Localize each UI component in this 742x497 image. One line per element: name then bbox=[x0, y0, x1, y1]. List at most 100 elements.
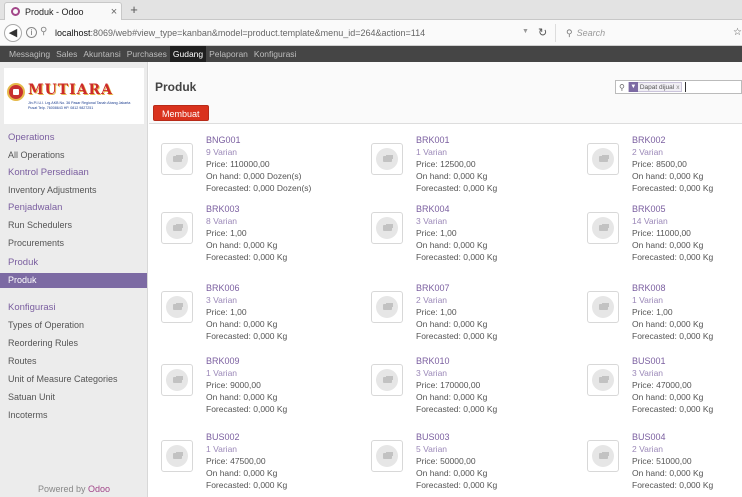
reload-icon[interactable]: ↻ bbox=[538, 26, 547, 39]
product-image-placeholder-icon bbox=[371, 212, 403, 244]
sidebar-section-title[interactable]: Operations bbox=[8, 132, 54, 143]
product-variants-link[interactable]: 3 Varian bbox=[206, 295, 237, 305]
product-forecasted: Forecasted: 0,000 Kg bbox=[416, 404, 498, 414]
top-menu-item[interactable]: Gudang bbox=[169, 46, 207, 62]
sidebar-item[interactable]: Routes bbox=[0, 354, 147, 369]
product-card[interactable]: BRK003 8 Varian Price: 1,00 On hand: 0,000 … bbox=[149, 204, 339, 268]
product-card[interactable]: BRK002 2 Varian Price: 8500,00 On hand: 0,0… bbox=[575, 135, 742, 199]
remove-facet-icon[interactable]: x bbox=[676, 84, 679, 91]
search-icon[interactable]: ⚲ bbox=[619, 83, 625, 92]
product-code: BRK004 bbox=[416, 204, 450, 214]
product-card[interactable]: BUS002 1 Varian Price: 47500,00 On hand: 0,… bbox=[149, 432, 339, 496]
browser-tab[interactable]: Produk - Odoo × bbox=[4, 2, 122, 20]
product-variants-link[interactable]: 1 Varian bbox=[416, 147, 447, 157]
create-button[interactable]: Membuat bbox=[153, 105, 209, 121]
close-tab-icon[interactable]: × bbox=[107, 6, 121, 18]
toolbar-overflow-icon[interactable]: ☆ bbox=[733, 27, 742, 38]
filter-facet[interactable]: ▼ Dapat dijual x bbox=[627, 82, 683, 92]
product-price: Price: 1,00 bbox=[632, 307, 673, 317]
product-card[interactable]: BRK005 14 Varian Price: 11000,00 On hand: 0… bbox=[575, 204, 742, 268]
product-variants-link[interactable]: 2 Varian bbox=[632, 147, 663, 157]
product-card[interactable]: BNG001 9 Varian Price: 110000,00 On hand: 0… bbox=[149, 135, 339, 199]
product-code: BRK001 bbox=[416, 135, 450, 145]
top-menu-item[interactable]: Pelaporan bbox=[206, 46, 251, 62]
sidebar-item[interactable]: All Operations bbox=[0, 148, 147, 163]
odoo-link[interactable]: Odoo bbox=[88, 484, 110, 494]
product-price: Price: 1,00 bbox=[416, 307, 457, 317]
product-variants-link[interactable]: 2 Varian bbox=[416, 295, 447, 305]
browser-search-input[interactable]: ⚲ Search bbox=[555, 24, 725, 42]
sidebar-item[interactable]: Types of Operation bbox=[0, 318, 147, 333]
back-arrow-icon[interactable]: ◀ bbox=[4, 24, 22, 42]
product-card[interactable]: BUS004 2 Varian Price: 51000,00 On hand: 0,… bbox=[575, 432, 742, 496]
product-on-hand: On hand: 0,000 Kg bbox=[416, 171, 488, 181]
top-menu-item[interactable]: Messaging bbox=[6, 46, 53, 62]
product-variants-link[interactable]: 3 Varian bbox=[632, 368, 663, 378]
new-tab-button[interactable]: + bbox=[126, 2, 142, 18]
top-menu-item[interactable]: Sales bbox=[53, 46, 80, 62]
sidebar-section-title[interactable]: Penjadwalan bbox=[8, 202, 62, 213]
product-forecasted: Forecasted: 0,000 Kg bbox=[632, 404, 714, 414]
product-card[interactable]: BRK007 2 Varian Price: 1,00 On hand: 0,000 … bbox=[359, 283, 549, 347]
sidebar-section-title[interactable]: Konfigurasi bbox=[8, 302, 56, 313]
product-variants-link[interactable]: 8 Varian bbox=[206, 216, 237, 226]
product-code: BRK006 bbox=[206, 283, 240, 293]
product-card[interactable]: BRK010 3 Varian Price: 170000,00 On hand: 0… bbox=[359, 356, 549, 420]
product-variants-link[interactable]: 1 Varian bbox=[632, 295, 663, 305]
product-forecasted: Forecasted: 0,000 Kg bbox=[206, 252, 288, 262]
product-variants-link[interactable]: 1 Varian bbox=[206, 368, 237, 378]
browser-nav-bar: ◀ i ⚲ localhost:8069/web#view_type=kanba… bbox=[0, 20, 742, 46]
sidebar-item[interactable]: Unit of Measure Categories bbox=[0, 372, 147, 387]
sidebar-item[interactable]: Incoterms bbox=[0, 408, 147, 423]
sidebar-item[interactable]: Run Schedulers bbox=[0, 218, 147, 233]
odoo-favicon-icon bbox=[11, 7, 20, 16]
odoo-top-menu: Messaging Sales Akuntansi Purchases Gudang Pe… bbox=[0, 46, 742, 62]
product-on-hand: On hand: 0,000 Kg bbox=[632, 392, 704, 402]
product-on-hand: On hand: 0,000 Kg bbox=[416, 319, 488, 329]
info-icon[interactable]: i bbox=[26, 27, 37, 38]
product-card[interactable]: BUS001 3 Varian Price: 47000,00 On hand: 0,… bbox=[575, 356, 742, 420]
powered-by: Powered by Odoo bbox=[0, 484, 148, 494]
product-variants-link[interactable]: 2 Varian bbox=[632, 444, 663, 454]
product-card[interactable]: BRK004 3 Varian Price: 1,00 On hand: 0,000 … bbox=[359, 204, 549, 268]
product-on-hand: On hand: 0,000 Kg bbox=[206, 319, 278, 329]
company-seal-icon bbox=[7, 83, 25, 101]
product-variants-link[interactable]: 1 Varian bbox=[206, 444, 237, 454]
url-dropdown-icon[interactable]: ▼ bbox=[522, 28, 529, 35]
tab-title: Produk - Odoo bbox=[25, 6, 84, 17]
main-content: Produk Membuat ⚲ ▼ Dapat dijual x BNG001… bbox=[149, 62, 742, 497]
top-menu-item[interactable]: Akuntansi bbox=[80, 46, 123, 62]
filter-facet-label: Dapat dijual bbox=[639, 83, 675, 91]
product-variants-link[interactable]: 14 Varian bbox=[632, 216, 668, 226]
product-card[interactable]: BRK009 1 Varian Price: 9000,00 On hand: 0,0… bbox=[149, 356, 339, 420]
text-cursor bbox=[685, 82, 687, 92]
product-code: BRK007 bbox=[416, 283, 450, 293]
product-variants-link[interactable]: 9 Varian bbox=[206, 147, 237, 157]
product-variants-link[interactable]: 3 Varian bbox=[416, 368, 447, 378]
product-card[interactable]: BRK001 1 Varian Price: 12500,00 On hand: 0,… bbox=[359, 135, 549, 199]
powered-by-prefix: Powered by bbox=[37, 484, 86, 494]
product-card[interactable]: BRK006 3 Varian Price: 1,00 On hand: 0,000 … bbox=[149, 283, 339, 347]
product-card[interactable]: BUS003 5 Varian Price: 50000,00 On hand: 0,… bbox=[359, 432, 549, 496]
sidebar-section-title[interactable]: Produk bbox=[8, 257, 38, 268]
company-logo[interactable]: MUTIARA Jln.P.I.U.I. Lrg.AKB No. 36 Pasa… bbox=[4, 68, 144, 124]
product-variants-link[interactable]: 5 Varian bbox=[416, 444, 447, 454]
sidebar-item[interactable]: Inventory Adjustments bbox=[0, 183, 147, 198]
product-forecasted: Forecasted: 0,000 Kg bbox=[632, 252, 714, 262]
top-menu-item[interactable]: Konfigurasi bbox=[251, 46, 300, 62]
product-price: Price: 110000,00 bbox=[206, 159, 270, 169]
browser-search-placeholder: Search bbox=[576, 28, 606, 38]
sidebar-item[interactable]: Satuan Unit bbox=[0, 390, 147, 405]
product-image-placeholder-icon bbox=[587, 364, 619, 396]
address-bar[interactable]: localhost:8069/web#view_type=kanban&mode… bbox=[55, 24, 510, 42]
sidebar-section-title[interactable]: Kontrol Persediaan bbox=[8, 167, 89, 178]
search-input[interactable]: ⚲ ▼ Dapat dijual x bbox=[615, 80, 742, 94]
sidebar-item[interactable]: Procurements bbox=[0, 236, 147, 251]
top-menu-item[interactable]: Purchases bbox=[124, 46, 170, 62]
sidebar-item[interactable]: Produk bbox=[0, 273, 147, 288]
product-card[interactable]: BRK008 1 Varian Price: 1,00 On hand: 0,000 … bbox=[575, 283, 742, 347]
product-price: Price: 1,00 bbox=[206, 307, 247, 317]
product-on-hand: On hand: 0,000 Kg bbox=[632, 171, 704, 181]
sidebar-item[interactable]: Reordering Rules bbox=[0, 336, 147, 351]
product-variants-link[interactable]: 3 Varian bbox=[416, 216, 447, 226]
